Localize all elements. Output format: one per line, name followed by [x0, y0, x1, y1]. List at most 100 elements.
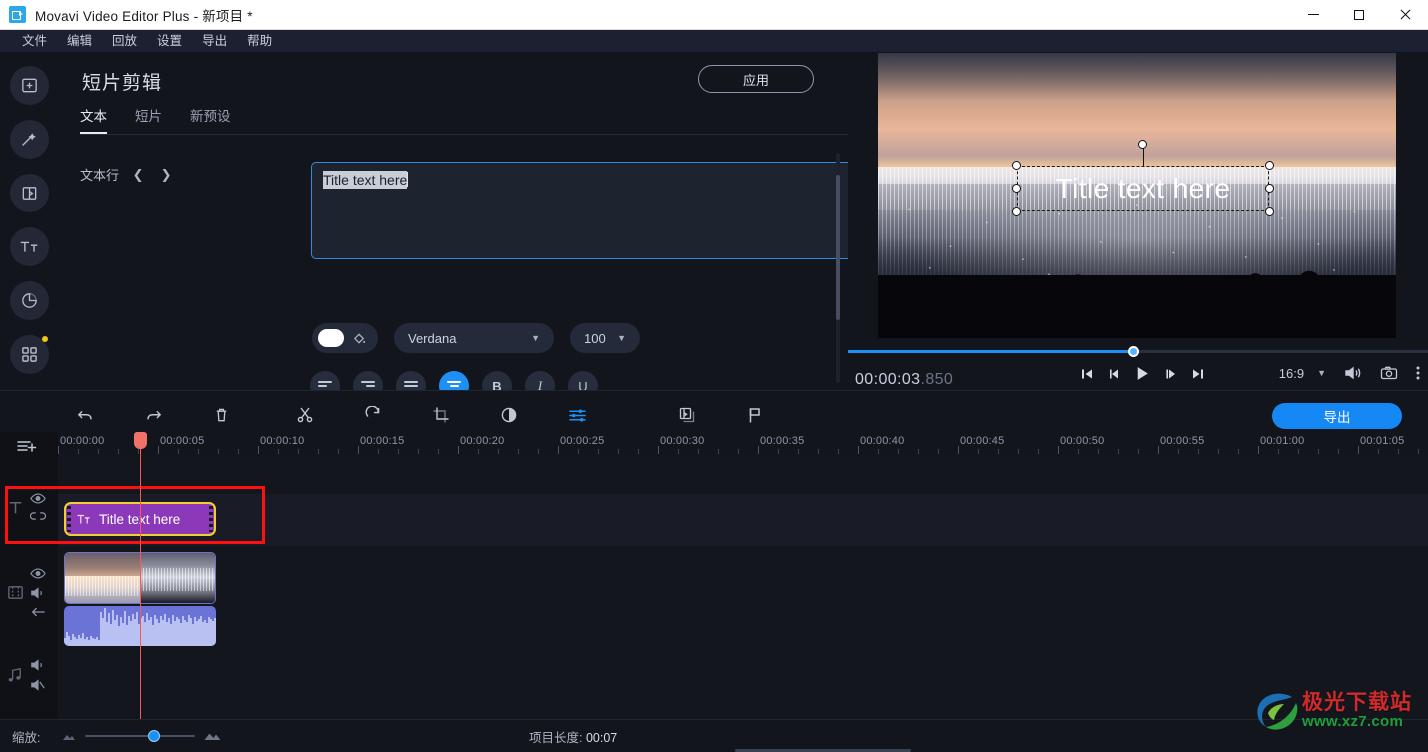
handle-middle-left[interactable]	[1012, 183, 1021, 193]
aspect-ratio-select[interactable]: 16:9 ▼	[1279, 366, 1326, 381]
video-track-visibility-toggle[interactable]	[30, 567, 46, 580]
tab-new-preset[interactable]: 新预设	[190, 105, 231, 134]
timecode: 00:00:03.850	[855, 371, 953, 389]
panel-scrollbar[interactable]	[836, 153, 840, 383]
audio-track-mute-toggle[interactable]	[30, 678, 46, 692]
handle-bottom-left[interactable]	[1012, 207, 1021, 216]
minimize-icon[interactable]	[1290, 0, 1336, 30]
handle-bottom-right[interactable]	[1265, 207, 1274, 216]
crop-button[interactable]	[426, 400, 456, 430]
font-family-value: Verdana	[408, 330, 457, 346]
project-length-value: 00:07	[585, 730, 618, 745]
delete-button[interactable]	[206, 400, 236, 430]
color-adjust-button[interactable]	[494, 400, 524, 430]
menu-item-file[interactable]: 文件	[12, 30, 57, 53]
split-button[interactable]	[290, 400, 320, 430]
paint-bucket-icon[interactable]	[347, 323, 372, 353]
rail-item-more-tools[interactable]	[9, 335, 49, 374]
rotation-stem	[1143, 146, 1145, 166]
video-track-collapse-toggle[interactable]	[30, 606, 46, 618]
rotate-button[interactable]	[358, 400, 388, 430]
track-header-title	[0, 476, 58, 538]
rail-item-stickers[interactable]	[9, 281, 49, 321]
progress-knob[interactable]	[1128, 346, 1139, 357]
kebab-menu-icon[interactable]	[1416, 365, 1420, 381]
text-overlay-selection[interactable]: Title text here	[1012, 140, 1274, 216]
playback-progress-bar[interactable]	[848, 346, 1428, 357]
step-back-icon[interactable]	[1107, 367, 1121, 381]
font-family-select[interactable]: Verdana ▼	[394, 323, 554, 353]
font-size-value: 100	[584, 330, 606, 346]
menu-item-export[interactable]: 导出	[192, 30, 237, 53]
chevron-left-icon[interactable]: ❮	[129, 166, 147, 184]
ruler-tick	[858, 446, 859, 454]
tab-clip[interactable]: 短片	[135, 105, 162, 134]
redo-button[interactable]	[138, 400, 168, 430]
video-preview[interactable]: Title text here	[878, 53, 1396, 338]
camera-icon[interactable]	[1380, 365, 1398, 381]
clip-properties-icon	[679, 407, 695, 423]
menu-item-playback[interactable]: 回放	[102, 30, 147, 53]
ruler-label: 00:00:35	[760, 435, 805, 447]
playhead-handle[interactable]	[134, 432, 147, 449]
undo-button[interactable]	[70, 400, 100, 430]
ruler-label: 00:00:10	[260, 435, 305, 447]
ruler-label: 00:00:30	[660, 435, 705, 447]
menu-item-edit[interactable]: 编辑	[57, 30, 102, 53]
track-header-video	[0, 552, 58, 632]
export-button[interactable]: 导出	[1272, 403, 1402, 429]
color-value	[318, 329, 345, 347]
clip-trim-handle-left[interactable]	[67, 506, 71, 532]
step-forward-icon[interactable]	[1164, 367, 1178, 381]
text-input[interactable]	[311, 162, 871, 259]
contrast-circle-icon	[501, 407, 517, 423]
handle-top-left[interactable]	[1012, 161, 1021, 170]
zoom-track[interactable]	[85, 730, 195, 742]
play-icon[interactable]	[1134, 365, 1151, 382]
playhead[interactable]	[134, 432, 147, 719]
clip-properties-button[interactable]	[672, 400, 702, 430]
timeline-ruler[interactable]: 00:00:00 00:00:05 00:00:10 00:00:15 00:00:20…	[58, 432, 1428, 454]
rail-item-filters[interactable]	[9, 119, 49, 159]
tool-rail	[0, 53, 58, 389]
speaker-icon[interactable]	[1344, 365, 1362, 381]
rail-item-titles[interactable]	[9, 227, 49, 267]
zoom-knob[interactable]	[148, 730, 160, 742]
ruler-tick	[558, 446, 559, 454]
rotate-handle[interactable]	[1138, 140, 1147, 149]
timeline-tracks-area[interactable]: Title text here	[5, 454, 1428, 719]
video-thumbnail-1	[65, 553, 140, 603]
rail-item-transitions[interactable]	[9, 173, 49, 213]
menu-item-settings[interactable]: 设置	[147, 30, 192, 53]
panel-tabs: 文本 短片 新预设	[80, 105, 231, 134]
preview-crowd	[878, 249, 1396, 338]
more-tools-button[interactable]	[562, 400, 592, 430]
music-note-icon	[0, 666, 30, 685]
text-color-swatch[interactable]	[312, 323, 378, 353]
small-mountain-icon[interactable]	[62, 729, 76, 744]
close-icon[interactable]	[1382, 0, 1428, 30]
maximize-icon[interactable]	[1336, 0, 1382, 30]
chevron-right-icon[interactable]: ❯	[157, 166, 175, 184]
large-mountain-icon[interactable]	[204, 729, 221, 744]
clip-trim-handle-right[interactable]	[209, 506, 213, 532]
rail-item-import-files[interactable]	[9, 66, 49, 105]
film-strip-icon	[0, 583, 30, 602]
title-t-icon	[0, 498, 30, 517]
zoom-slider[interactable]	[62, 729, 221, 744]
marker-button[interactable]	[740, 400, 770, 430]
apply-button[interactable]: 应用	[698, 65, 814, 93]
font-size-select[interactable]: 100 ▼	[570, 323, 640, 353]
title-track-link-toggle[interactable]	[30, 510, 46, 522]
handle-top-right[interactable]	[1265, 161, 1274, 170]
audio-track-volume-toggle[interactable]	[30, 658, 46, 672]
handle-middle-right[interactable]	[1265, 183, 1274, 193]
ruler-label: 00:01:05	[1360, 435, 1405, 447]
title-track-visibility-toggle[interactable]	[30, 492, 46, 505]
skip-start-icon[interactable]	[1080, 367, 1094, 381]
tab-text[interactable]: 文本	[80, 105, 107, 134]
video-track-mute-toggle[interactable]	[30, 586, 46, 600]
add-track-button[interactable]	[16, 437, 38, 460]
skip-end-icon[interactable]	[1191, 367, 1205, 381]
menu-item-help[interactable]: 帮助	[237, 30, 282, 53]
